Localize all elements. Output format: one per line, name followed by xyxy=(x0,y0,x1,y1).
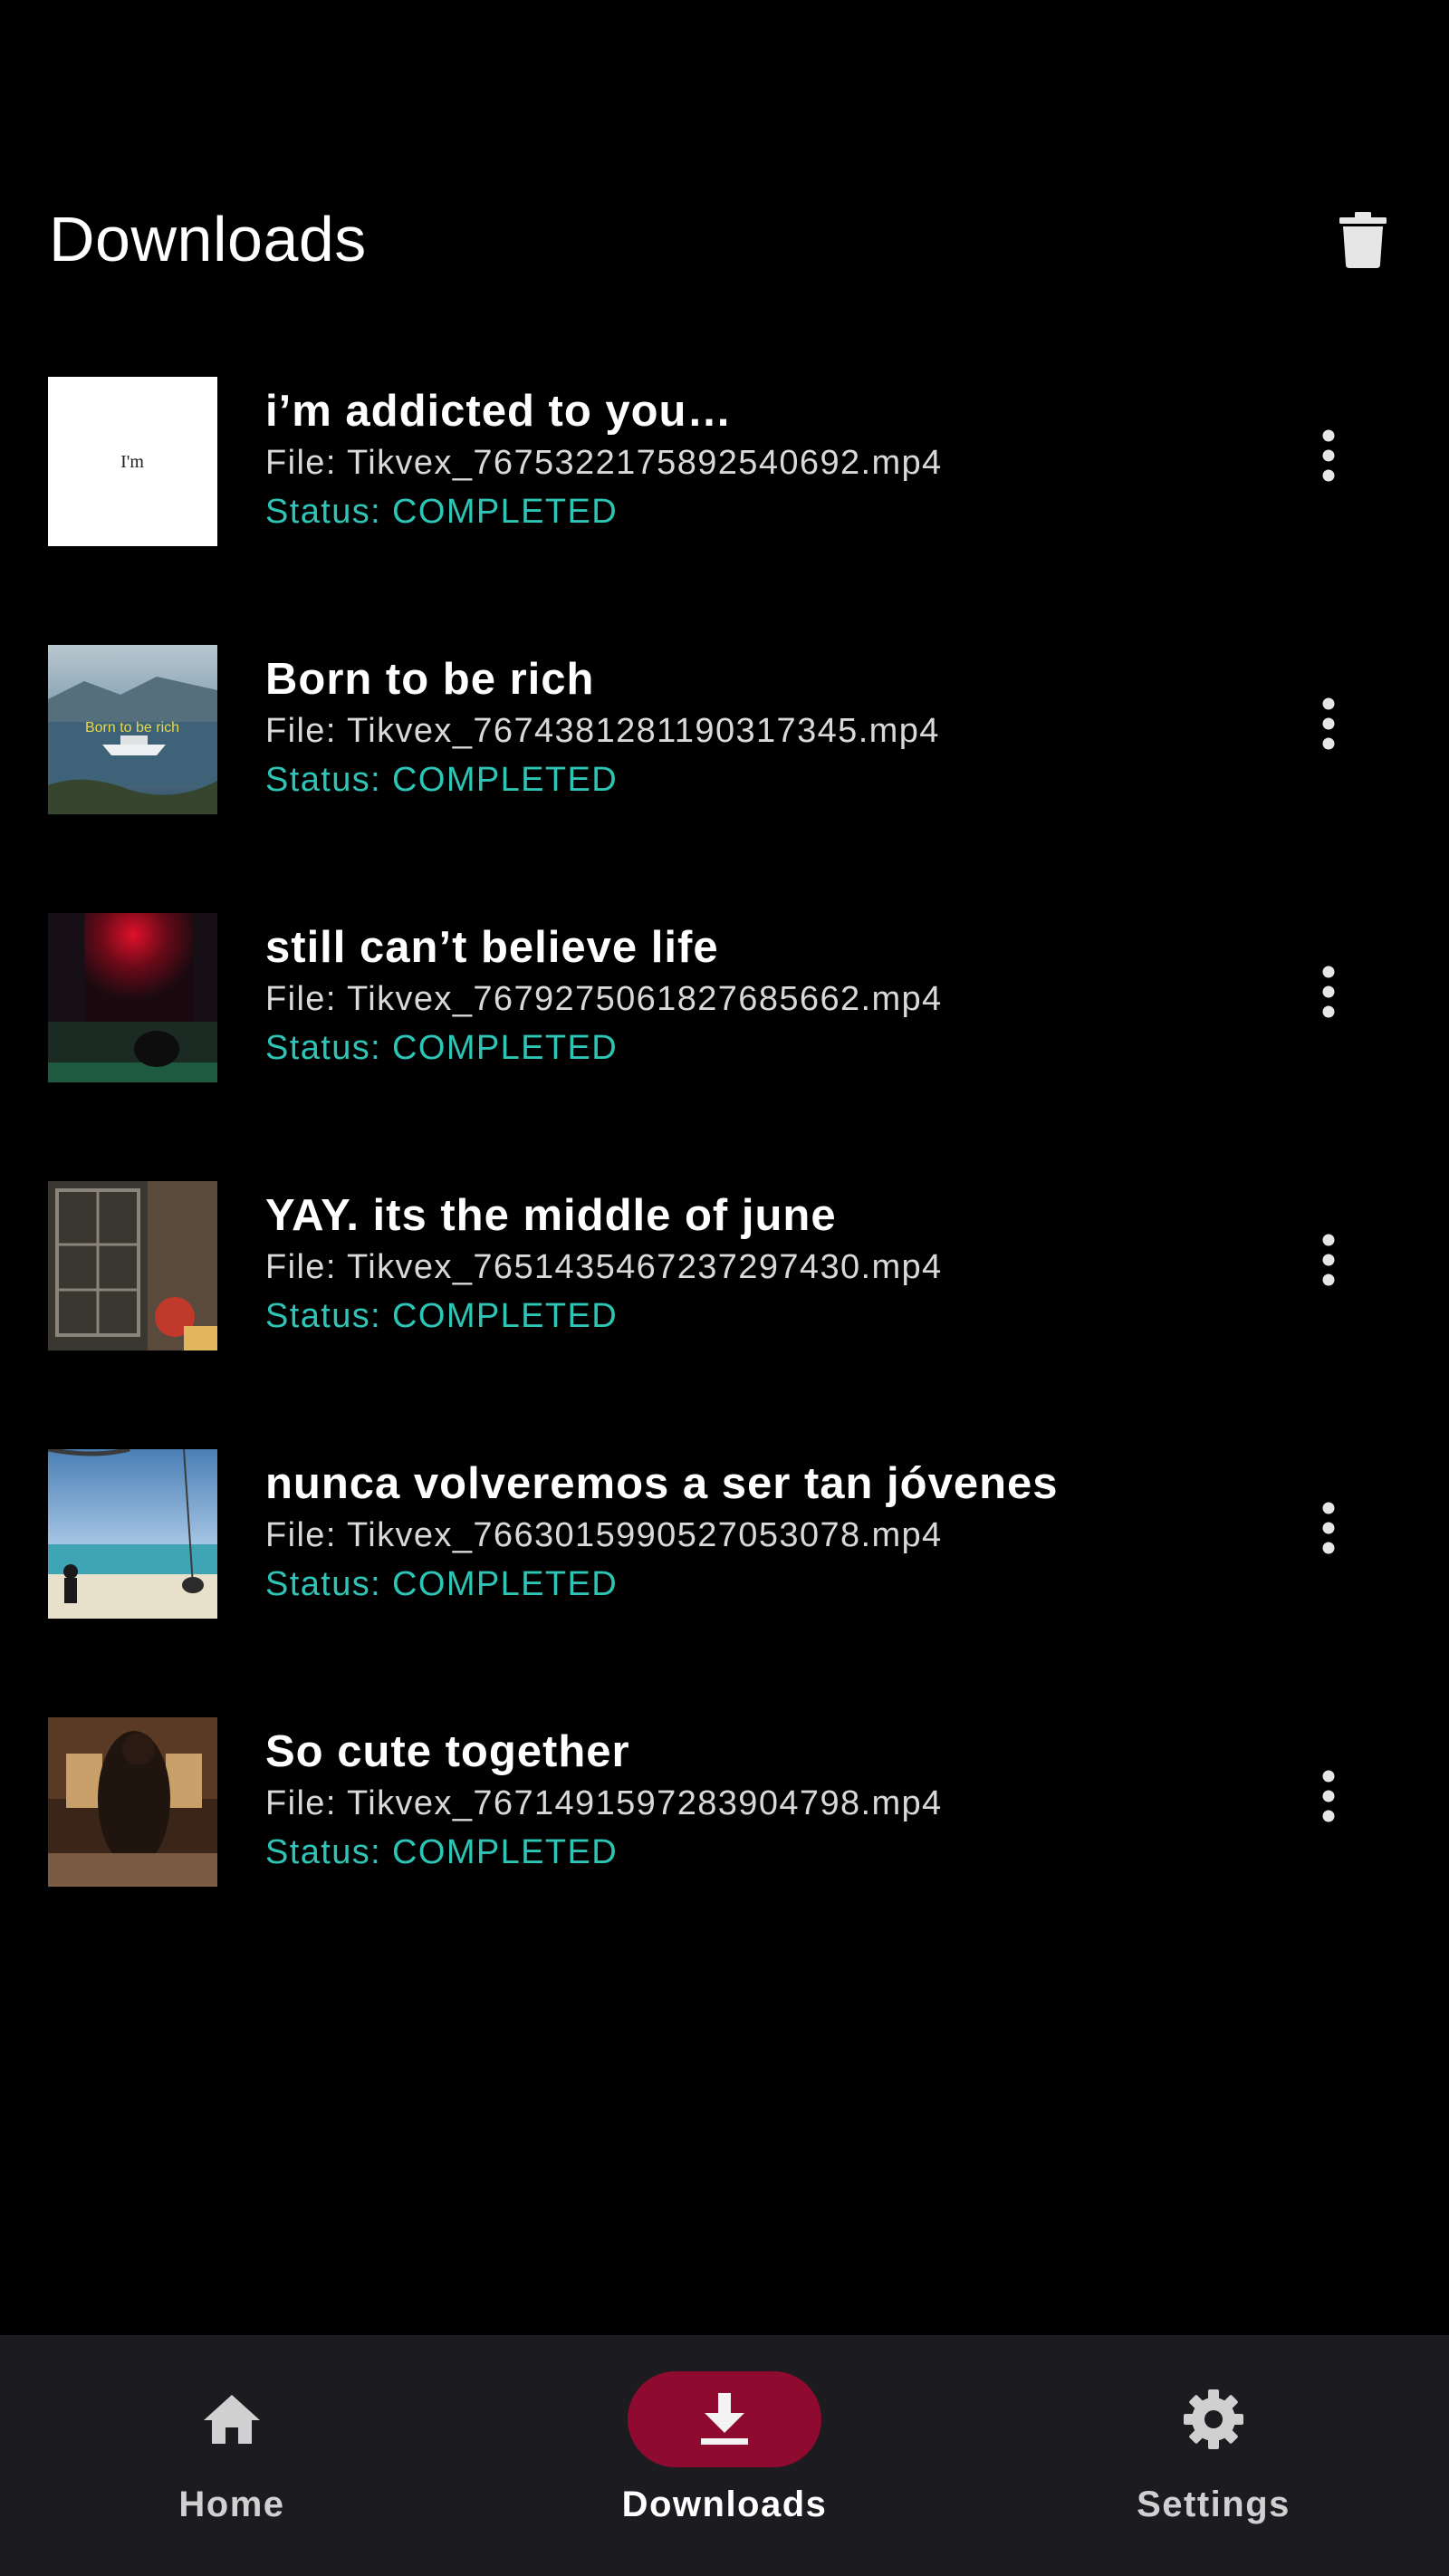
more-vert-icon xyxy=(1322,966,1335,1018)
item-status: Status: COMPLETED xyxy=(265,1297,619,1335)
more-vert-icon xyxy=(1322,1234,1335,1286)
nav-label-settings: Settings xyxy=(1137,2485,1291,2524)
page-title: Downloads xyxy=(49,204,367,274)
nav-label-downloads: Downloads xyxy=(621,2485,828,2524)
video-thumbnail xyxy=(48,1717,217,1887)
item-filename: File: Tikvex_7679275061827685662.mp4 xyxy=(265,980,943,1018)
more-options-button[interactable] xyxy=(1292,674,1365,774)
item-status: Status: COMPLETED xyxy=(265,493,619,531)
nav-item-home[interactable]: Home xyxy=(51,2335,413,2576)
video-thumbnail: Born to be rich xyxy=(48,645,217,814)
download-item[interactable]: nunca volveremos a ser tan jóvenes File:… xyxy=(0,1446,1449,1714)
download-item[interactable]: So cute together File: Tikvex_7671491597… xyxy=(0,1714,1449,1982)
item-title: nunca volveremos a ser tan jóvenes xyxy=(265,1459,1059,1508)
more-options-button[interactable] xyxy=(1292,1210,1365,1310)
download-item[interactable]: I'm i’m addicted to you… File: Tikvex_76… xyxy=(0,373,1449,641)
nav-label-home: Home xyxy=(178,2485,285,2524)
item-filename: File: Tikvex_7675322175892540692.mp4 xyxy=(265,444,943,482)
download-item[interactable]: still can’t believe life File: Tikvex_76… xyxy=(0,909,1449,1177)
more-options-button[interactable] xyxy=(1292,1746,1365,1846)
item-filename: File: Tikvex_7671491597283904798.mp4 xyxy=(265,1784,943,1822)
item-filename: File: Tikvex_7663015990527053078.mp4 xyxy=(265,1516,943,1554)
more-options-button[interactable] xyxy=(1292,406,1365,505)
more-vert-icon xyxy=(1322,697,1335,750)
item-title: YAY. its the middle of june xyxy=(265,1191,837,1240)
bottom-navigation-bar: Home Downloads Settings xyxy=(0,2335,1449,2576)
download-item[interactable]: Born to be rich Born to be rich File: Ti… xyxy=(0,641,1449,909)
more-options-button[interactable] xyxy=(1292,1478,1365,1578)
download-item[interactable]: YAY. its the middle of june File: Tikvex… xyxy=(0,1177,1449,1446)
item-status: Status: COMPLETED xyxy=(265,1565,619,1603)
video-thumbnail xyxy=(48,1181,217,1350)
nav-item-downloads[interactable]: Downloads xyxy=(543,2335,906,2576)
more-vert-icon xyxy=(1322,1502,1335,1554)
item-title: still can’t believe life xyxy=(265,923,719,972)
item-status: Status: COMPLETED xyxy=(265,761,619,799)
nav-selected-indicator xyxy=(628,2371,821,2467)
video-thumbnail xyxy=(48,913,217,1082)
nav-indicator xyxy=(135,2371,329,2467)
item-filename: File: Tikvex_7674381281190317345.mp4 xyxy=(265,712,940,750)
thumbnail-caption: I'm xyxy=(120,452,144,472)
trash-icon xyxy=(1339,212,1387,268)
delete-all-button[interactable] xyxy=(1322,199,1404,281)
top-app-bar: Downloads xyxy=(0,0,1449,326)
item-title: So cute together xyxy=(265,1727,630,1776)
item-status: Status: COMPLETED xyxy=(265,1833,619,1871)
home-icon xyxy=(204,2395,260,2444)
more-vert-icon xyxy=(1322,1770,1335,1822)
thumbnail-caption: Born to be rich xyxy=(85,720,179,735)
item-title: Born to be rich xyxy=(265,655,595,704)
item-status: Status: COMPLETED xyxy=(265,1029,619,1067)
more-options-button[interactable] xyxy=(1292,942,1365,1042)
video-thumbnail xyxy=(48,1449,217,1619)
nav-indicator xyxy=(1117,2371,1310,2467)
item-filename: File: Tikvex_7651435467237297430.mp4 xyxy=(265,1248,943,1286)
nav-item-settings[interactable]: Settings xyxy=(1032,2335,1395,2576)
more-vert-icon xyxy=(1322,429,1335,482)
video-thumbnail: I'm xyxy=(48,377,217,546)
gear-icon xyxy=(1184,2389,1243,2449)
download-icon xyxy=(701,2393,748,2445)
item-title: i’m addicted to you… xyxy=(265,387,733,436)
